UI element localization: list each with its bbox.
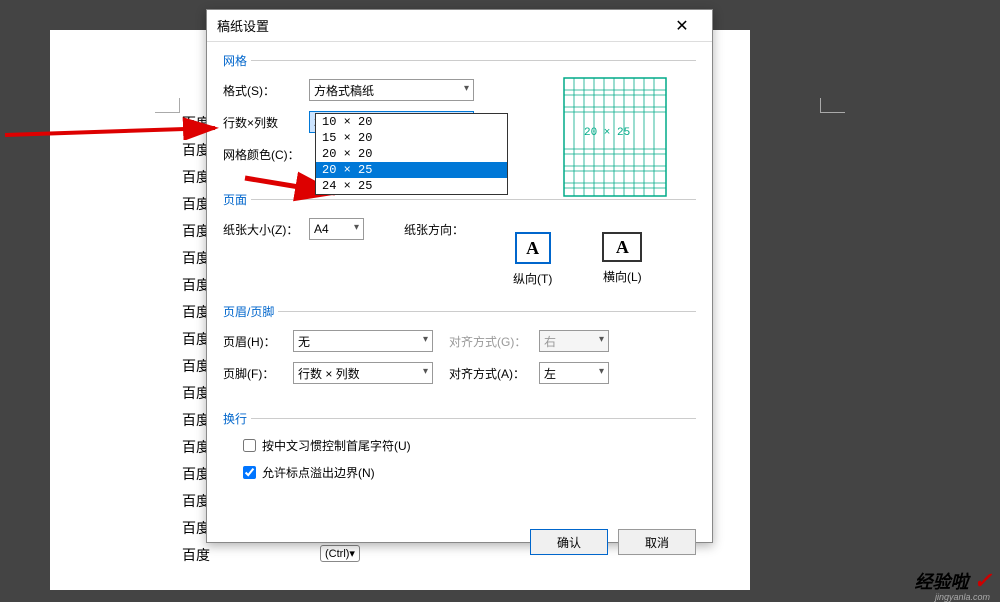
dropdown-option[interactable]: 20 × 20 (316, 146, 507, 162)
watermark: 经验啦 ✓ (915, 568, 992, 594)
margin-marker-left (155, 98, 180, 113)
preview-label: 20 × 25 (584, 127, 630, 139)
cjk-wrap-checkbox[interactable] (243, 439, 256, 452)
chevron-down-icon: ▾ (464, 83, 469, 94)
orientation-label: 纸张方向： (404, 221, 464, 238)
chevron-down-icon: ▾ (423, 366, 428, 377)
titlebar: 稿纸设置 ✕ (207, 10, 712, 42)
wrap-fieldset: 换行 按中文习惯控制首尾字符(U) 允许标点溢出边界(N) (223, 410, 696, 499)
punct-overflow-checkbox[interactable] (243, 466, 256, 479)
dropdown-option[interactable]: 10 × 20 (316, 114, 507, 130)
landscape-option[interactable]: A 横向(L) (602, 232, 642, 287)
wrap-legend: 换行 (223, 410, 251, 427)
align-a-select[interactable]: 左 ▾ (539, 362, 609, 384)
margin-marker-right (820, 98, 845, 113)
footer-select[interactable]: 行数 × 列数 ▾ (293, 362, 433, 384)
dialog-body: 网格 格式(S)： 方格式稿纸 ▾ 行数×列数 20 × 25 ▾ 网格颜色(C… (207, 42, 712, 517)
close-button[interactable]: ✕ (662, 12, 702, 40)
headerfooter-legend: 页眉/页脚 (223, 303, 278, 320)
papersize-select[interactable]: A4 ▾ (309, 218, 364, 240)
header-label: 页眉(H)： (223, 333, 293, 350)
color-label: 网格颜色(C)： (223, 146, 309, 163)
grid-fieldset: 网格 格式(S)： 方格式稿纸 ▾ 行数×列数 20 × 25 ▾ 网格颜色(C… (223, 52, 696, 183)
punct-overflow-label: 允许标点溢出边界(N) (262, 464, 375, 481)
ok-button[interactable]: 确认 (530, 529, 608, 555)
manuscript-settings-dialog: 稿纸设置 ✕ 网格 格式(S)： 方格式稿纸 ▾ 行数×列数 20 × 25 ▾ (206, 9, 713, 543)
papersize-label: 纸张大小(Z)： (223, 221, 309, 238)
header-select[interactable]: 无 ▾ (293, 330, 433, 352)
rowcol-label: 行数×列数 (223, 114, 309, 131)
portrait-option[interactable]: A 纵向(T) (513, 232, 552, 287)
align-a-label: 对齐方式(A)： (449, 365, 539, 382)
button-row: 确认 取消 (207, 517, 712, 555)
format-select[interactable]: 方格式稿纸 ▾ (309, 79, 474, 101)
chevron-down-icon: ▾ (354, 222, 359, 233)
chevron-down-icon: ▾ (423, 334, 428, 345)
chevron-down-icon: ▾ (599, 334, 604, 345)
format-label: 格式(S)： (223, 82, 309, 99)
page-legend: 页面 (223, 191, 251, 208)
dialog-title: 稿纸设置 (217, 16, 662, 35)
footer-label: 页脚(F)： (223, 365, 293, 382)
page-fieldset: 页面 纸张大小(Z)： A4 ▾ 纸张方向： A 纵向(T) A 横向(L) (223, 191, 696, 295)
grid-legend: 网格 (223, 52, 251, 69)
headerfooter-fieldset: 页眉/页脚 页眉(H)： 无 ▾ 对齐方式(G)： 右 ▾ 页脚(F)： 行数 … (223, 303, 696, 402)
portrait-icon: A (515, 232, 551, 264)
dropdown-option[interactable]: 24 × 25 (316, 178, 507, 194)
align-g-select: 右 ▾ (539, 330, 609, 352)
align-g-label: 对齐方式(G)： (449, 333, 539, 350)
cancel-button[interactable]: 取消 (618, 529, 696, 555)
cjk-wrap-label: 按中文习惯控制首尾字符(U) (262, 437, 411, 454)
check-icon: ✓ (974, 568, 992, 593)
dropdown-option-selected[interactable]: 20 × 25 (316, 162, 507, 178)
chevron-down-icon: ▾ (599, 366, 604, 377)
rowcol-dropdown[interactable]: 10 × 20 15 × 20 20 × 20 20 × 25 24 × 25 (315, 113, 508, 195)
landscape-icon: A (602, 232, 642, 262)
dropdown-option[interactable]: 15 × 20 (316, 130, 507, 146)
watermark-url: jingyanla.com (935, 592, 990, 602)
